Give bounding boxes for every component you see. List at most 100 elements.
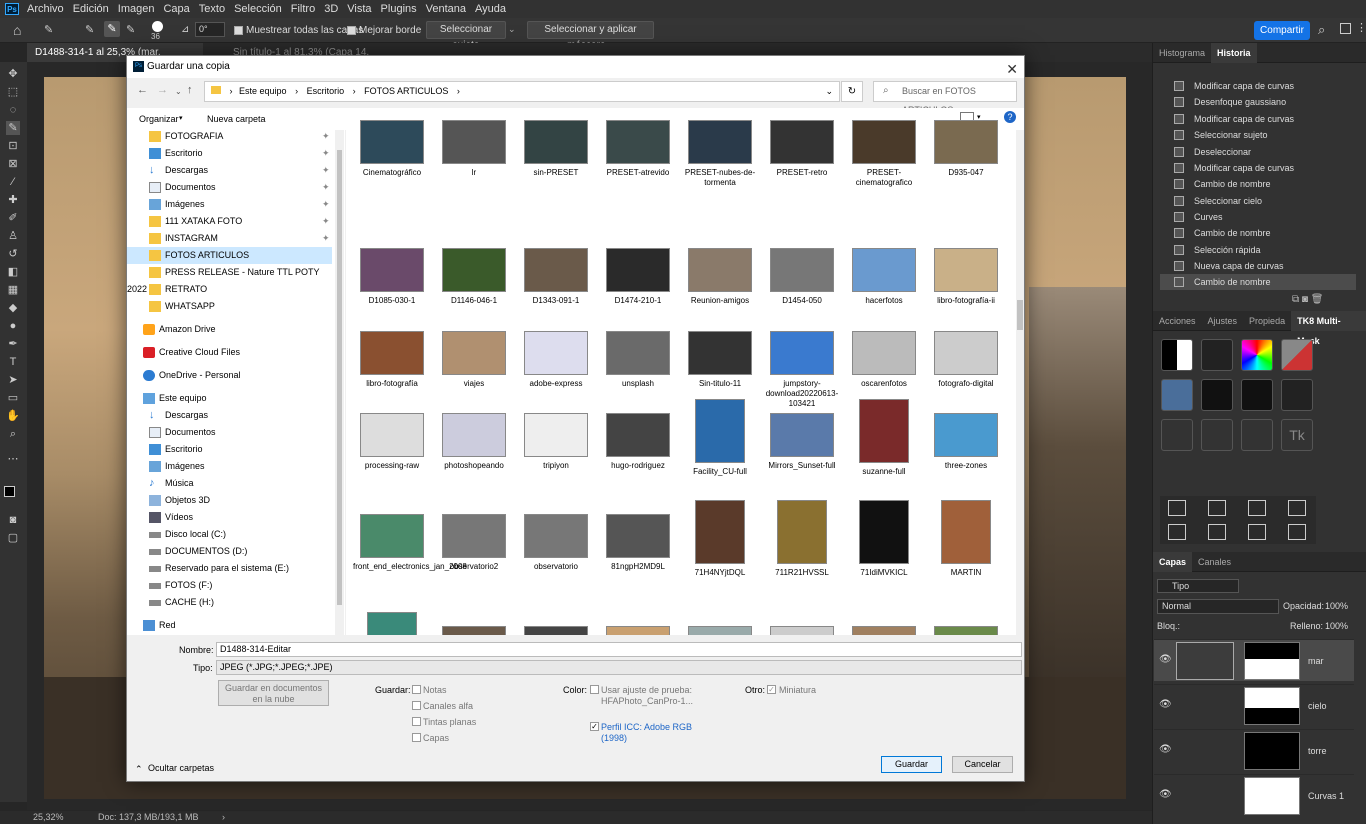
- search-icon[interactable]: ⌕: [1318, 22, 1325, 38]
- tree-item-selected[interactable]: FOTOS ARTICULOS: [127, 247, 332, 264]
- visibility-eye-icon[interactable]: 👁: [1159, 699, 1172, 710]
- tree-item[interactable]: Disco local (C:): [127, 526, 332, 543]
- files-scrollbar[interactable]: [1016, 130, 1024, 635]
- file-item[interactable]: fotografo-digital: [927, 331, 1005, 389]
- tree-item[interactable]: Escritorio: [127, 441, 332, 458]
- visibility-eye-icon[interactable]: 👁: [1159, 654, 1172, 665]
- quick-mask-icon[interactable]: ◙: [6, 513, 20, 527]
- history-item[interactable]: Modificar capa de curvas: [1160, 111, 1356, 127]
- path-select-icon[interactable]: ➤: [6, 373, 20, 387]
- file-item[interactable]: Reunion-amigos: [681, 248, 759, 306]
- select-subject-button[interactable]: Seleccionar sujeto: [426, 21, 506, 51]
- menu-capa[interactable]: Capa: [163, 3, 189, 15]
- workspace-icon[interactable]: [1340, 23, 1351, 34]
- menu-imagen[interactable]: Imagen: [118, 3, 155, 15]
- history-item[interactable]: Desenfoque gaussiano: [1160, 94, 1356, 110]
- file-item[interactable]: front_end_electronics_jan_2008: [353, 514, 467, 572]
- tree-item[interactable]: Reservado para el sistema (E:): [127, 560, 332, 577]
- tree-item[interactable]: Imágenes ✦: [127, 196, 332, 213]
- add-selection-icon[interactable]: ✎: [104, 21, 120, 37]
- tree-scrollbar[interactable]: [335, 130, 344, 635]
- tab-tk8[interactable]: TK8 Multi-Mask: [1291, 310, 1366, 346]
- tab-acciones[interactable]: Acciones: [1153, 316, 1202, 326]
- file-item[interactable]: 71IdiMVKICL: [845, 500, 923, 578]
- breadcrumb-este-equipo[interactable]: Este equipo: [239, 86, 287, 96]
- visibility-eye-icon[interactable]: 👁: [1159, 789, 1172, 800]
- file-item[interactable]: unsplash: [599, 331, 677, 389]
- tree-item[interactable]: FOTOGRAFIA ✦: [127, 128, 332, 145]
- layer-row[interactable]: 👁 cielo: [1154, 684, 1354, 726]
- chevron-down-icon[interactable]: ▾: [179, 114, 183, 122]
- tree-item[interactable]: Objetos 3D: [127, 492, 332, 509]
- tree-item[interactable]: CACHE (H:): [127, 594, 332, 611]
- filetype-select[interactable]: JPEG (*.JPG;*.JPEG;*.JPE): [216, 660, 1022, 675]
- tree-item[interactable]: Imágenes: [127, 458, 332, 475]
- zoom-tool-icon[interactable]: ⌕: [6, 427, 20, 441]
- tab-history[interactable]: Historia: [1211, 42, 1257, 63]
- recent-chevron-icon[interactable]: ⌄: [175, 87, 182, 96]
- tree-item[interactable]: Amazon Drive: [127, 321, 332, 338]
- menu-ayuda[interactable]: Ayuda: [475, 3, 506, 15]
- screen-mode-icon[interactable]: ▢: [6, 531, 20, 545]
- home-icon[interactable]: ⌂: [13, 22, 21, 38]
- layer-mask[interactable]: [1244, 642, 1300, 680]
- sample-all-checkbox[interactable]: [234, 26, 243, 35]
- file-item[interactable]: hugo-rodriguez: [599, 413, 677, 471]
- chevron-right-icon[interactable]: ›: [222, 812, 225, 822]
- foreground-color-swatch[interactable]: [4, 486, 15, 497]
- tree-item[interactable]: OneDrive - Personal: [127, 367, 332, 384]
- history-item[interactable]: Cambio de nombre: [1160, 176, 1356, 192]
- notes-checkbox[interactable]: [412, 685, 421, 694]
- tree-item[interactable]: RETRATO: [127, 281, 332, 298]
- tree-item[interactable]: WHATSAPP: [127, 298, 332, 315]
- tree-item[interactable]: Este equipo: [127, 390, 332, 407]
- file-item[interactable]: observatorio2: [435, 514, 513, 572]
- curves-adjust-icon[interactable]: [1168, 500, 1186, 516]
- tree-item[interactable]: Vídeos: [127, 509, 332, 526]
- tree-item[interactable]: PRESS RELEASE - Nature TTL POTY 2022: [127, 264, 332, 294]
- history-item[interactable]: Selección rápida: [1160, 242, 1356, 258]
- tree-item[interactable]: INSTAGRAM ✦: [127, 230, 332, 247]
- tk-zone-icon[interactable]: [1281, 339, 1313, 371]
- eraser-tool-icon[interactable]: ◧: [6, 265, 20, 279]
- address-bar[interactable]: › Este equipo › Escritorio › FOTOS ARTIC…: [204, 81, 840, 102]
- crop-tool-icon[interactable]: ⊡: [6, 139, 20, 153]
- layer-filter-select[interactable]: Tipo: [1157, 579, 1239, 593]
- quick-selection-tool-icon[interactable]: ✎: [6, 121, 20, 135]
- menu-filtro[interactable]: Filtro: [291, 3, 315, 15]
- file-item[interactable]: suzanne-full: [845, 399, 923, 477]
- move-tool-icon[interactable]: ✥: [6, 67, 20, 81]
- tk-logo-icon[interactable]: Tk: [1281, 419, 1313, 451]
- history-item-current[interactable]: Cambio de nombre: [1160, 274, 1356, 290]
- lasso-tool-icon[interactable]: ◌: [6, 103, 20, 117]
- file-item[interactable]: three-zones: [927, 413, 1005, 471]
- tab-capas[interactable]: Capas: [1153, 551, 1193, 572]
- shape-tool-icon[interactable]: ▭: [6, 391, 20, 405]
- opacity-value[interactable]: 100%: [1325, 601, 1348, 611]
- chevron-down-icon[interactable]: ⌄: [508, 24, 516, 35]
- layer-thumbnail[interactable]: [1176, 642, 1234, 680]
- breadcrumb-fotos-articulos[interactable]: FOTOS ARTICULOS: [364, 86, 448, 96]
- angle-field[interactable]: 0°: [195, 22, 225, 37]
- new-folder-button[interactable]: Nueva carpeta: [207, 114, 266, 124]
- history-brush-icon[interactable]: ↺: [6, 247, 20, 261]
- improve-edge-checkbox[interactable]: [347, 26, 356, 35]
- menu-ventana[interactable]: Ventana: [426, 3, 466, 15]
- tree-item[interactable]: ↓ Descargas: [127, 407, 332, 424]
- file-item[interactable]: Facility_CU-full: [681, 399, 759, 477]
- new-selection-icon[interactable]: ✎: [85, 23, 94, 36]
- stamp-tool-icon[interactable]: ♙: [6, 229, 20, 243]
- menu-texto[interactable]: Texto: [199, 3, 225, 15]
- pen-tool-icon[interactable]: ✒: [6, 337, 20, 351]
- cancel-button[interactable]: Cancelar: [952, 756, 1013, 773]
- tab-histogram[interactable]: Histograma: [1153, 48, 1211, 58]
- tree-item[interactable]: Creative Cloud Files: [127, 344, 332, 361]
- photoshop-logo[interactable]: Ps: [5, 3, 19, 15]
- file-item[interactable]: hacerfotos: [845, 248, 923, 306]
- camera-adjust-icon[interactable]: [1248, 524, 1266, 540]
- layer-mask[interactable]: [1244, 732, 1300, 770]
- blend-mode-select[interactable]: Normal: [1157, 599, 1279, 614]
- subtract-selection-icon[interactable]: ✎: [126, 23, 135, 36]
- file-item[interactable]: sin-PRESET: [517, 120, 595, 178]
- file-item[interactable]: Sin-titulo-11: [681, 331, 759, 389]
